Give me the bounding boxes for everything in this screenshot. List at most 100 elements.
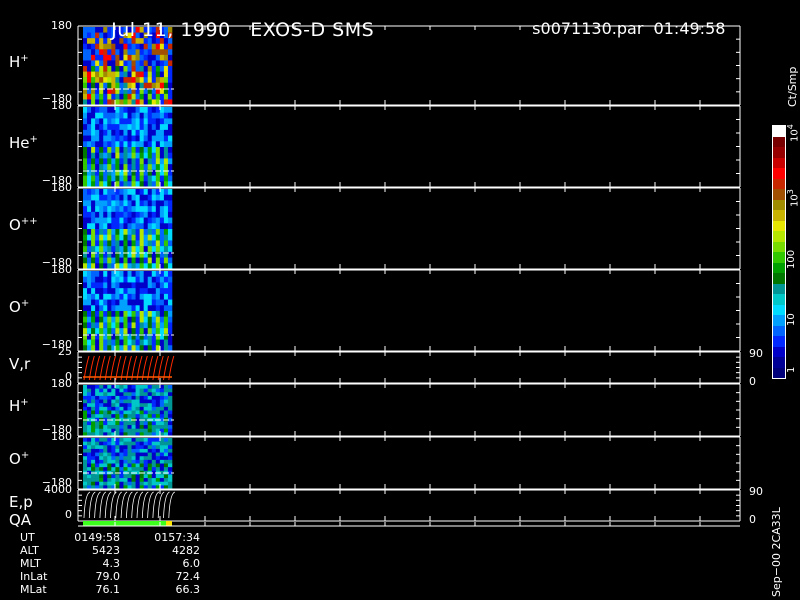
spectrogram-cell [103, 118, 108, 125]
spectrogram-cell [127, 152, 132, 159]
spectrogram-cell [163, 211, 169, 218]
spectrogram-cell [83, 158, 88, 165]
spectrogram-cell [135, 77, 140, 84]
spectrogram-cell [99, 175, 104, 182]
spectrogram-cell [167, 112, 173, 119]
spectrogram-cell [159, 328, 165, 335]
spectrogram-cell [95, 257, 100, 264]
spectrogram-cell [155, 406, 161, 411]
spectrogram-cell [167, 467, 173, 472]
spectrogram-cell [91, 388, 96, 393]
spectrogram-cell [87, 452, 92, 457]
spectrogram-cell [135, 421, 140, 426]
spectrogram-cell [107, 421, 112, 426]
spectrogram-cell [95, 211, 100, 218]
spectrogram-cell [107, 181, 112, 188]
colorbar-segment [773, 273, 785, 284]
spectrogram-cell [155, 456, 161, 461]
spectrogram-cell [91, 481, 96, 486]
spectrogram-cell [135, 152, 140, 159]
spectrogram-cell [83, 129, 88, 136]
spectrogram-cell [111, 246, 116, 253]
spectrogram-cell [131, 474, 136, 479]
spectrogram-cell [167, 299, 173, 306]
spectrogram-cell [123, 223, 128, 230]
spectrogram-cell [159, 410, 165, 415]
spectrogram-cell [87, 129, 92, 136]
spectrogram-cell [167, 459, 173, 464]
spectrogram-cell [155, 175, 161, 182]
spectrogram-cell [163, 152, 169, 159]
spectrogram-cell [115, 456, 120, 461]
spectrogram-cell [99, 54, 104, 61]
spectrogram-cell [127, 211, 132, 218]
spectrogram-cell [103, 322, 108, 329]
spectrogram-cell [103, 410, 108, 415]
spectrogram-cell [111, 399, 116, 404]
spectrogram-cell [135, 448, 140, 453]
spectrogram-cell [107, 463, 112, 468]
spectrogram-cell [87, 399, 92, 404]
spectrogram-cell [127, 456, 132, 461]
spectrogram-cell [127, 345, 132, 352]
spectrogram-cell [127, 328, 132, 335]
spectrogram-cell [139, 194, 144, 201]
spectrogram-cell [99, 414, 104, 419]
spectrogram-cell [151, 421, 157, 426]
spectrogram-cell [135, 463, 140, 468]
panel-label: O++ [9, 215, 38, 234]
spectrogram-cell [167, 82, 173, 89]
spectrogram-cell [163, 129, 169, 136]
spectrogram-cell [163, 263, 169, 270]
spectrogram-cell [131, 49, 136, 56]
spectrogram-cell [87, 27, 92, 33]
spectrogram-cell [135, 293, 140, 300]
spectrogram-cell [107, 438, 112, 442]
spectrogram-cell [143, 234, 149, 241]
spectrogram-cell [131, 428, 136, 433]
spectrogram-cell [155, 276, 161, 283]
spectrogram-cell [135, 234, 140, 241]
spectrogram-cell [159, 388, 165, 393]
spectrogram-cell [167, 135, 173, 142]
file-time: 01:49:58 [653, 19, 726, 38]
spectrogram-cell [167, 456, 173, 461]
spectrogram-cell [131, 147, 136, 154]
spectrogram-cell [155, 421, 161, 426]
spectrogram-cell [107, 164, 112, 171]
spectrogram-cell [167, 322, 173, 329]
spectrogram-cell [115, 467, 120, 472]
spectrogram-cell [119, 406, 124, 411]
spectrogram-cell [139, 77, 144, 84]
spectrogram-cell [119, 200, 124, 207]
spectrogram-cell [115, 77, 120, 84]
spectrogram-cell [131, 441, 136, 446]
spectrogram-cell [107, 481, 112, 486]
spectrogram-cell [167, 345, 173, 352]
spectrogram-cell [159, 181, 165, 188]
spectrogram-cell [87, 299, 92, 306]
spectrogram-cell [99, 438, 104, 442]
spectrogram-cell [111, 395, 116, 400]
spectrogram-cell [163, 217, 169, 224]
spectrogram-cell [103, 299, 108, 306]
spectrogram-cell [91, 158, 96, 165]
spectrogram-cell [87, 438, 92, 442]
info-end-value: 66.3 [175, 583, 201, 596]
spectrogram-cell [91, 164, 96, 171]
spectrogram-cell [139, 403, 144, 408]
spectrogram-cell [143, 328, 149, 335]
spectrogram-cell [115, 152, 120, 159]
info-row: InLat 79.0 72.4 [20, 570, 200, 583]
spectrogram-cell [151, 463, 157, 468]
spectrogram-cell [131, 395, 136, 400]
spectrogram-cell [159, 164, 165, 171]
spectrogram-cell [139, 459, 144, 464]
spectrogram-cell [167, 403, 173, 408]
spectrogram-cell [127, 392, 132, 397]
spectrogram-cell [147, 54, 153, 61]
spectrogram-cell [115, 421, 120, 426]
spectrogram-cell [83, 194, 88, 201]
spectrogram-cell [155, 246, 161, 253]
spectrogram-cell [115, 288, 120, 295]
